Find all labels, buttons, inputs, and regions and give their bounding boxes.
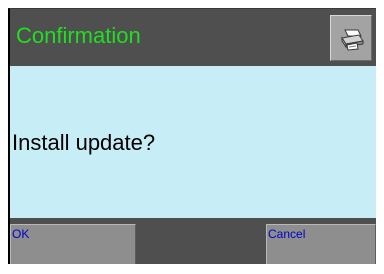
dialog-title: Confirmation — [16, 23, 141, 48]
dialog-message: Install update? — [12, 130, 156, 155]
cancel-button-label: Cancel — [268, 227, 306, 241]
print-button[interactable] — [330, 15, 372, 61]
title-bar: Confirmation — [10, 9, 376, 66]
printer-icon — [341, 29, 364, 51]
ok-button[interactable]: OK — [10, 224, 136, 264]
screen: Confirmation Install update? OK Cancel — [0, 0, 384, 274]
ok-button-label: OK — [12, 227, 30, 241]
message-area: Install update? — [10, 66, 376, 218]
cancel-button[interactable]: Cancel — [266, 224, 376, 264]
confirmation-dialog: Confirmation Install update? OK Cancel — [8, 8, 376, 264]
button-bar: OK Cancel — [10, 218, 376, 264]
